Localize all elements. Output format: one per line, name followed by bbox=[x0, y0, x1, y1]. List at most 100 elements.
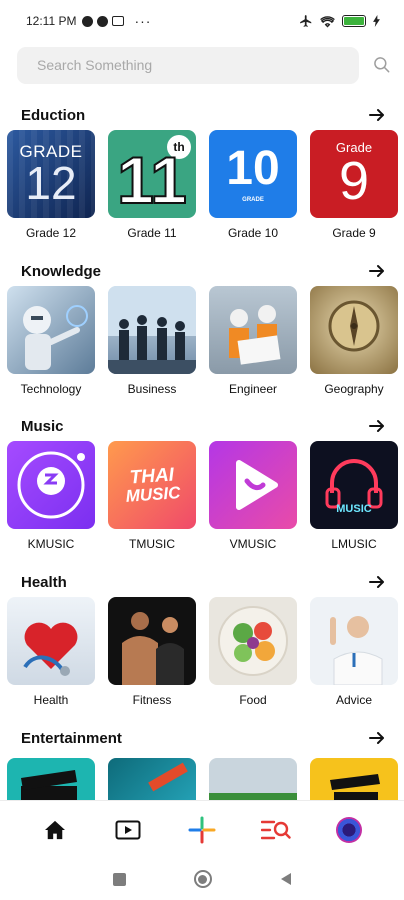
business-thumb bbox=[108, 286, 196, 374]
nav-search-list[interactable] bbox=[255, 810, 297, 850]
nav-profile[interactable] bbox=[328, 810, 370, 850]
system-navigation bbox=[0, 858, 404, 900]
clapperboard-icon bbox=[21, 770, 77, 800]
nav-create[interactable] bbox=[181, 810, 223, 850]
vmusic-logo-icon bbox=[236, 460, 278, 510]
video-icon bbox=[115, 820, 141, 839]
tile-geography[interactable]: Geography bbox=[310, 286, 398, 396]
home-icon bbox=[44, 820, 65, 839]
grade-9-thumb: Grade 9 bbox=[310, 130, 398, 218]
tile-grade-12[interactable]: GRADE 12 Grade 12 bbox=[7, 130, 95, 240]
tile-fitness[interactable]: Fitness bbox=[108, 597, 196, 707]
charging-icon bbox=[373, 15, 380, 27]
tile-label: Fitness bbox=[132, 693, 172, 707]
tile-lmusic[interactable]: MUSIC LMUSIC bbox=[310, 441, 398, 551]
notification-icon bbox=[82, 15, 94, 27]
search-list-icon bbox=[260, 820, 291, 839]
search-button[interactable] bbox=[369, 52, 395, 78]
robot-thumb bbox=[7, 286, 95, 374]
tmusic-thumb: THAI MUSIC bbox=[108, 441, 196, 529]
airplane-icon bbox=[300, 15, 312, 27]
arrow-right-icon bbox=[369, 109, 384, 121]
tile-entertainment-3[interactable] bbox=[209, 758, 297, 800]
grade-11-thumb: 11 th bbox=[108, 130, 196, 218]
fitness-thumb bbox=[108, 597, 196, 685]
nav-home[interactable] bbox=[34, 810, 76, 850]
tile-advice[interactable]: Advice bbox=[310, 597, 398, 707]
tile-vmusic[interactable]: VMUSIC bbox=[209, 441, 297, 551]
tile-business[interactable]: Business bbox=[108, 286, 196, 396]
tile-label: VMUSIC bbox=[229, 537, 277, 551]
more-icon: ··· bbox=[134, 13, 152, 29]
back-button[interactable] bbox=[280, 872, 292, 886]
profile-avatar bbox=[336, 816, 363, 843]
arrow-right-icon bbox=[369, 420, 384, 432]
section-title: Entertainment bbox=[21, 729, 122, 747]
engineer-thumb bbox=[209, 286, 297, 374]
compass-illustration bbox=[328, 300, 380, 352]
section-title: Health bbox=[21, 573, 67, 591]
tile-label: Grade 11 bbox=[127, 226, 177, 240]
football-thumb bbox=[209, 758, 297, 800]
tile-label: Geography bbox=[324, 382, 384, 396]
tile-label: Grade 10 bbox=[227, 226, 279, 240]
tile-grade-10[interactable]: 10 GRADE Grade 10 bbox=[209, 130, 297, 240]
recent-apps-button[interactable] bbox=[112, 872, 126, 886]
see-all-button[interactable] bbox=[368, 106, 386, 124]
search-placeholder: Search Something bbox=[37, 57, 153, 73]
tile-label: Health bbox=[33, 693, 69, 707]
tile-grade-11[interactable]: 11 th Grade 11 bbox=[108, 130, 196, 240]
tile-entertainment-4[interactable] bbox=[310, 758, 398, 800]
tile-tmusic[interactable]: THAI MUSIC TMUSIC bbox=[108, 441, 196, 551]
check-icon bbox=[97, 15, 109, 27]
tile-label: Technology bbox=[20, 382, 82, 396]
engineers-illustration bbox=[229, 305, 281, 365]
tile-grade-9[interactable]: Grade 9 Grade 9 bbox=[310, 130, 398, 240]
vmusic-thumb bbox=[209, 441, 297, 529]
tile-food[interactable]: Food bbox=[209, 597, 297, 707]
headphones-icon bbox=[325, 459, 383, 509]
grade-12-thumb: GRADE 12 bbox=[7, 130, 95, 218]
search-input[interactable]: Search Something bbox=[17, 46, 359, 84]
tile-health[interactable]: Health bbox=[7, 597, 95, 707]
grade-10-thumb: 10 GRADE bbox=[209, 130, 297, 218]
food-thumb bbox=[209, 597, 297, 685]
tile-entertainment-1[interactable] bbox=[7, 758, 95, 800]
lmusic-thumb: MUSIC bbox=[310, 441, 398, 529]
battery-icon bbox=[342, 15, 366, 27]
see-all-button[interactable] bbox=[368, 417, 386, 435]
nav-video[interactable] bbox=[107, 810, 149, 850]
entertainment-thumb-4 bbox=[310, 758, 398, 800]
section-music: Music KMUSIC THAI MUSIC TMUSIC VMUSIC MU… bbox=[0, 415, 404, 559]
kmusic-logo-icon bbox=[17, 451, 85, 519]
tile-engineer[interactable]: Engineer bbox=[209, 286, 297, 396]
tile-label: Grade 9 bbox=[332, 226, 376, 240]
section-education: Eduction GRADE 12 Grade 12 11 th Grade 1… bbox=[0, 104, 404, 248]
section-knowledge: Knowledge Technology Business Engineer G… bbox=[0, 260, 404, 404]
status-time: 12:11 PM bbox=[26, 14, 77, 28]
arrow-right-icon bbox=[369, 576, 384, 588]
kmusic-thumb bbox=[7, 441, 95, 529]
tile-technology[interactable]: Technology bbox=[7, 286, 95, 396]
tile-label: Food bbox=[239, 693, 267, 707]
heart-stethoscope-illustration bbox=[23, 622, 78, 676]
see-all-button[interactable] bbox=[368, 573, 386, 591]
fitness-people-illustration bbox=[122, 612, 184, 685]
see-all-button[interactable] bbox=[368, 262, 386, 280]
section-entertainment: Entertainment bbox=[0, 727, 404, 800]
bottom-nav bbox=[0, 800, 404, 858]
tile-label: LMUSIC bbox=[331, 537, 377, 551]
see-all-button[interactable] bbox=[368, 729, 386, 747]
section-health: Health Health Fitness Food Advice bbox=[0, 571, 404, 715]
film-icon bbox=[330, 774, 380, 800]
home-button[interactable] bbox=[193, 870, 212, 888]
tile-label: Business bbox=[127, 382, 177, 396]
tile-label: Advice bbox=[335, 693, 373, 707]
section-title: Knowledge bbox=[21, 262, 102, 280]
arrow-right-icon bbox=[369, 265, 384, 277]
mail-icon bbox=[112, 16, 125, 26]
doctor-illustration bbox=[330, 616, 383, 685]
tile-entertainment-2[interactable] bbox=[108, 758, 196, 800]
tile-kmusic[interactable]: KMUSIC bbox=[7, 441, 95, 551]
status-bar: 12:11 PM ··· bbox=[0, 0, 404, 42]
